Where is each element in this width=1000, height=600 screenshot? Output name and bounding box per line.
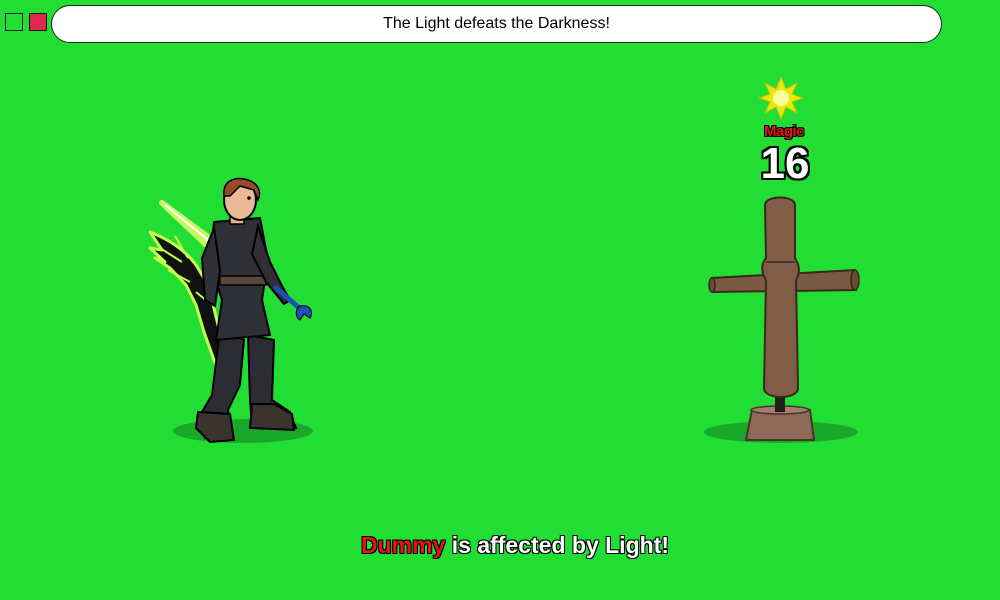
- combat-message-text: is affected by Light!: [445, 532, 669, 558]
- blue-wrench-weapon-icon: [273, 285, 313, 321]
- player-character[interactable]: [148, 177, 313, 444]
- battle-scene: [148, 75, 860, 444]
- star-burst-icon: [757, 75, 805, 121]
- training-dummy[interactable]: [708, 196, 860, 441]
- combat-message: Dummy is affected by Light!: [0, 532, 1000, 559]
- damage-value: 16: [760, 139, 810, 188]
- combat-message-target: Dummy: [361, 532, 446, 558]
